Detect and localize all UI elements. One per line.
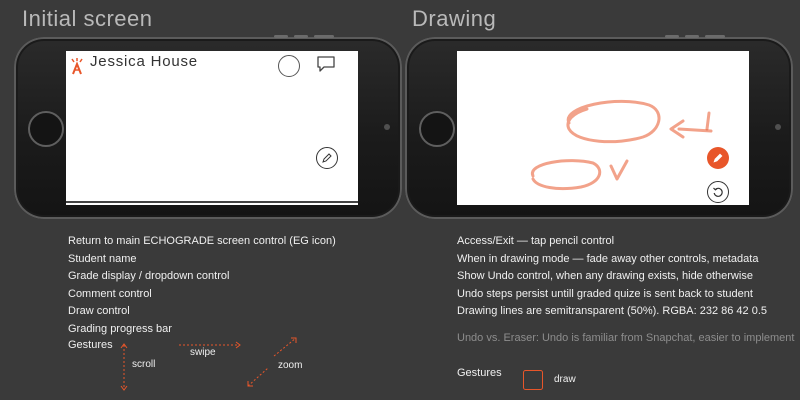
grading-progress-bar <box>66 201 358 203</box>
student-name: Jessica House <box>90 53 198 70</box>
description-item: Student name <box>68 252 137 265</box>
scroll-label: scroll <box>132 359 156 370</box>
phone-drawing <box>405 35 793 219</box>
initial-screen-title: Initial screen <box>22 6 153 31</box>
description-item: Access/Exit — tap pencil control <box>457 235 615 247</box>
home-button[interactable] <box>28 111 64 147</box>
echograde-logo-icon[interactable] <box>70 57 84 75</box>
drawing-canvas[interactable] <box>457 51 749 205</box>
camera <box>384 124 390 130</box>
gestures-label: Gestures <box>457 367 502 379</box>
drawing-description-list: Access/Exit — tap pencil control When in… <box>457 233 767 321</box>
swipe-label: swipe <box>190 347 216 358</box>
description-item: Drawing lines are semitransparent (50%).… <box>457 305 767 317</box>
description-item: Draw control <box>68 305 130 317</box>
undo-vs-eraser-note: Undo vs. Eraser: Undo is familiar from S… <box>457 332 795 344</box>
description-item: When in drawing mode — fade away other c… <box>457 252 759 265</box>
home-button[interactable] <box>419 111 455 147</box>
description-item: Grade display / dropdown control <box>68 270 230 282</box>
draw-control-button[interactable] <box>316 147 338 169</box>
drawn-stroke <box>609 159 629 181</box>
zoom-label: zoom <box>278 360 303 371</box>
phone-initial: Jessica House <box>14 35 402 219</box>
undo-button[interactable] <box>707 181 729 203</box>
pencil-icon <box>322 153 332 163</box>
scroll-arrow-icon <box>120 343 128 391</box>
pencil-icon <box>713 153 723 163</box>
description-item: Return to main ECHOGRADE screen control … <box>68 235 336 247</box>
drawn-stroke <box>531 159 602 191</box>
drawn-stroke <box>566 99 661 144</box>
description-item: Show Undo control, when any drawing exis… <box>457 270 753 282</box>
grade-dropdown[interactable] <box>278 55 300 77</box>
initial-description-list: Return to main ECHOGRADE screen control … <box>68 233 336 338</box>
initial-screen: Jessica House <box>66 51 358 205</box>
camera <box>775 124 781 130</box>
drawn-stroke <box>705 111 711 131</box>
drawing-screen <box>457 51 749 205</box>
gestures-label: Gestures <box>68 339 113 351</box>
undo-icon <box>713 187 723 197</box>
draw-control-button-active[interactable] <box>707 147 729 169</box>
description-item: Undo steps persist untill graded quize i… <box>457 287 753 300</box>
comment-bubble-icon[interactable] <box>316 55 336 73</box>
draw-label: draw <box>554 374 576 385</box>
drawing-title: Drawing <box>412 6 497 31</box>
draw-gesture-icon <box>523 370 543 390</box>
description-item: Comment control <box>68 287 152 300</box>
